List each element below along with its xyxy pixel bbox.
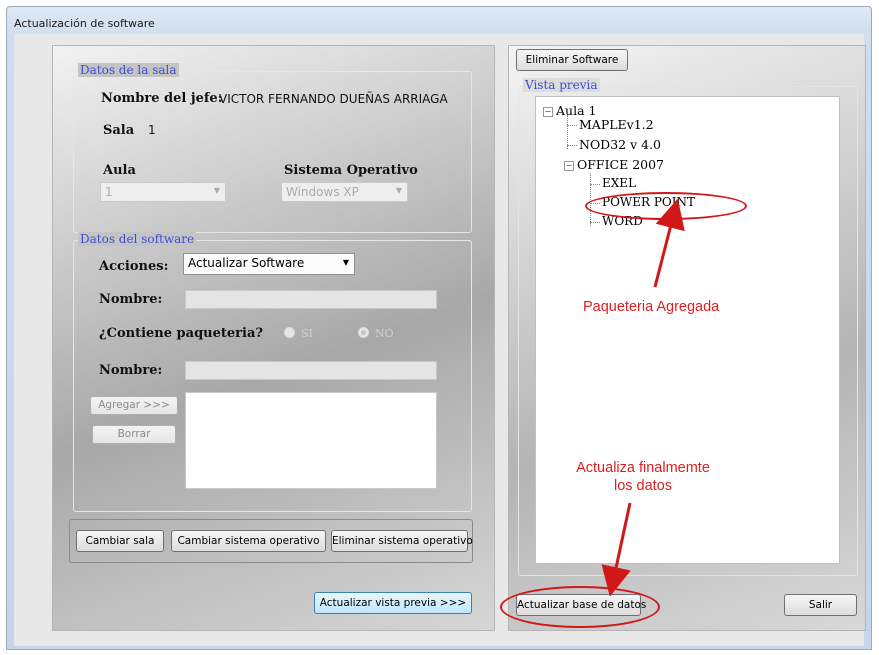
radio-si-label: SI <box>301 327 313 340</box>
chevron-down-icon: ▼ <box>342 258 349 267</box>
acciones-label: Acciones: <box>99 259 169 274</box>
annotation-powerpoint-ellipse <box>585 192 747 220</box>
salir-button[interactable]: Salir <box>784 594 857 616</box>
actualizar-vista-button[interactable]: Actualizar vista previa >>> <box>314 592 472 614</box>
annotation-actualizar-bd-ellipse <box>500 586 660 628</box>
paqueteria-list[interactable] <box>185 392 437 489</box>
chevron-down-icon: ▼ <box>395 186 402 195</box>
tree-connector-maple <box>567 125 577 126</box>
radio-si-circle <box>284 327 295 338</box>
tree-node-maple[interactable]: MAPLEv1.2 <box>579 117 654 132</box>
aula-select-value: 1 <box>105 185 113 199</box>
tree-node-office[interactable]: − OFFICE 2007 <box>564 157 664 172</box>
chevron-down-icon: ▼ <box>213 186 220 195</box>
nombre2-input[interactable] <box>185 361 437 380</box>
annotation-paqueteria: Paqueteria Agregada <box>583 299 720 315</box>
cambiar-so-button[interactable]: Cambiar sistema operativo <box>171 530 326 552</box>
agregar-button[interactable]: Agregar >>> <box>90 396 178 415</box>
radio-si[interactable]: SI <box>284 327 313 340</box>
borrar-button[interactable]: Borrar <box>92 425 176 444</box>
so-label: Sistema Operativo <box>284 163 418 178</box>
window-title: Actualización de software <box>14 17 155 30</box>
so-select[interactable]: Windows XP ▼ <box>281 182 408 202</box>
cambiar-sala-button[interactable]: Cambiar sala <box>76 530 164 552</box>
radio-no[interactable]: NO <box>358 327 394 340</box>
vista-previa-legend: Vista previa <box>523 78 600 92</box>
nombre-label: Nombre: <box>99 292 163 307</box>
jefe-value: VICTOR FERNANDO DUEÑAS ARRIAGA <box>219 92 448 106</box>
eliminar-software-button[interactable]: Eliminar Software <box>516 49 628 71</box>
tree-node-aula-label: Aula 1 <box>556 103 597 118</box>
radio-no-circle <box>358 327 369 338</box>
so-select-value: Windows XP <box>286 185 359 199</box>
tree-connector-root <box>567 115 568 149</box>
aula-label: Aula <box>103 163 136 178</box>
nombre-input[interactable] <box>185 290 437 309</box>
sala-label: Sala <box>103 123 135 138</box>
tree-node-exel[interactable]: EXEL <box>602 176 636 190</box>
collapse-icon[interactable]: − <box>543 107 553 117</box>
tree-node-office-label: OFFICE 2007 <box>577 157 665 172</box>
jefe-label: Nombre del jefe: <box>101 91 223 106</box>
eliminar-so-button[interactable]: Eliminar sistema operativo <box>331 530 473 552</box>
tree-connector-nod <box>567 145 577 146</box>
annotation-actualiza-line1: Actualiza finalmemte <box>576 460 710 476</box>
tree-connector-exel <box>590 184 600 185</box>
software-group-legend: Datos del software <box>78 232 197 246</box>
acciones-select-value: Actualizar Software <box>188 256 305 270</box>
collapse-icon[interactable]: − <box>564 161 574 171</box>
radio-no-label: NO <box>375 327 394 340</box>
sala-group-legend: Datos de la sala <box>78 63 179 77</box>
sala-value: 1 <box>148 123 156 137</box>
nombre2-label: Nombre: <box>99 363 163 378</box>
annotation-actualiza-line2: los datos <box>613 478 673 494</box>
tree-node-aula[interactable]: − Aula 1 <box>543 103 596 118</box>
tree-connector-word <box>590 222 600 223</box>
tree-node-nod32[interactable]: NOD32 v 4.0 <box>579 137 661 152</box>
acciones-select[interactable]: Actualizar Software ▼ <box>183 253 355 275</box>
contiene-label: ¿Contiene paqueteria? <box>99 326 263 341</box>
aula-select[interactable]: 1 ▼ <box>100 182 226 202</box>
